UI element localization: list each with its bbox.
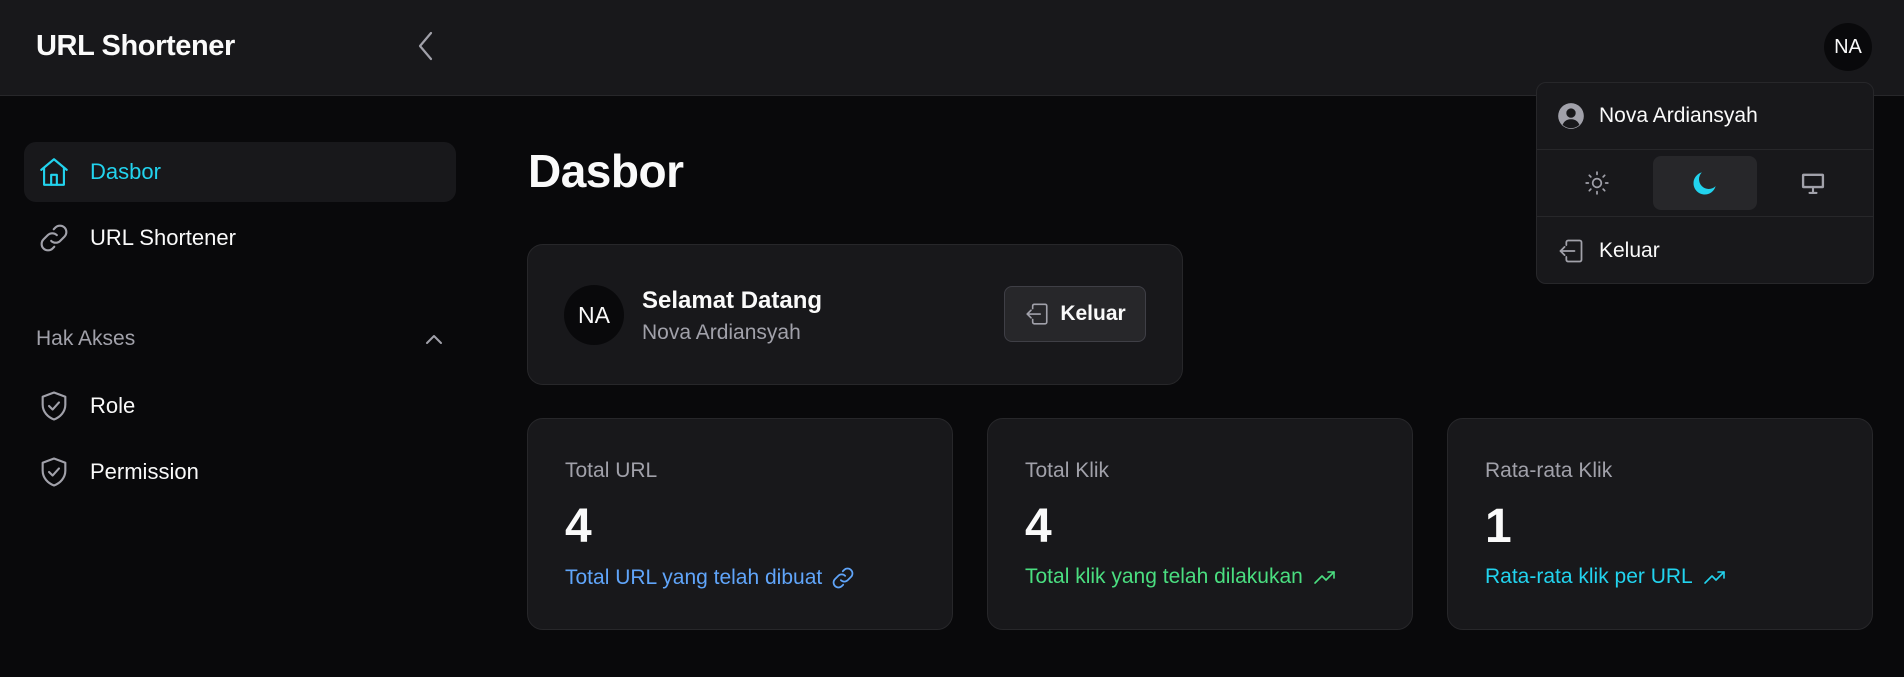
logout-icon: [1024, 301, 1050, 327]
stat-card-total-url: Total URL 4 Total URL yang telah dibuat: [527, 418, 953, 630]
avatar: NA: [564, 285, 624, 345]
theme-system-button[interactable]: [1761, 156, 1865, 210]
shield-check-icon: [36, 454, 72, 490]
sidebar-item-label: Permission: [90, 459, 199, 484]
monitor-icon: [1799, 169, 1827, 197]
logout-button-label: Keluar: [1060, 302, 1126, 325]
welcome-user-name: Nova Ardiansyah: [642, 321, 801, 344]
user-menu-logout-label: Keluar: [1599, 238, 1660, 262]
sidebar-item-label: Role: [90, 393, 136, 418]
section-hak-akses-toggle[interactable]: Hak Akses: [24, 317, 456, 361]
user-menu-logout[interactable]: Keluar: [1537, 217, 1873, 284]
sidebar-item-permission[interactable]: Permission: [24, 442, 456, 502]
chevron-left-icon: [416, 30, 436, 62]
stat-value: 1: [1485, 500, 1512, 553]
user-avatar-button[interactable]: NA: [1824, 23, 1872, 71]
stat-description-text: Total klik yang telah dilakukan: [1025, 565, 1303, 588]
stat-card-rata-rata-klik: Rata-rata Klik 1 Rata-rata klik per URL: [1447, 418, 1873, 630]
link-icon: [36, 220, 72, 256]
sun-icon: [1584, 170, 1610, 196]
theme-light-button[interactable]: [1545, 156, 1649, 210]
sidebar: Dasbor URL Shortener Hak Akses Role Perm…: [0, 97, 480, 677]
stat-description: Total klik yang telah dilakukan: [1025, 565, 1339, 589]
logout-button[interactable]: Keluar: [1004, 286, 1146, 342]
stat-label: Total Klik: [1025, 459, 1110, 482]
home-icon: [36, 154, 72, 190]
stat-description-text: Rata-rata klik per URL: [1485, 565, 1693, 588]
sidebar-item-label: URL Shortener: [90, 225, 236, 250]
stat-value: 4: [565, 500, 592, 553]
logout-icon: [1557, 237, 1585, 265]
user-menu-name: Nova Ardiansyah: [1599, 104, 1758, 127]
welcome-card: NA Selamat Datang Nova Ardiansyah Keluar: [527, 244, 1183, 385]
sidebar-item-dasbor[interactable]: Dasbor: [24, 142, 456, 202]
trending-up-icon: [1701, 565, 1729, 589]
stat-label: Rata-rata Klik: [1485, 459, 1613, 482]
moon-icon: [1690, 168, 1720, 198]
stat-value: 4: [1025, 500, 1052, 553]
trending-up-icon: [1311, 565, 1339, 589]
app-title: URL Shortener: [36, 30, 235, 62]
sidebar-item-label: Dasbor: [90, 159, 161, 184]
user-menu-profile[interactable]: Nova Ardiansyah: [1537, 83, 1873, 150]
stat-label: Total URL: [565, 459, 658, 482]
stat-card-total-klik: Total Klik 4 Total klik yang telah dilak…: [987, 418, 1413, 630]
page-title: Dasbor: [528, 145, 684, 197]
theme-dark-button[interactable]: [1653, 156, 1757, 210]
chevron-up-icon: [424, 332, 444, 346]
theme-switcher: [1537, 150, 1873, 217]
section-label: Hak Akses: [36, 327, 136, 350]
stat-description-text: Total URL yang telah dibuat: [565, 566, 823, 589]
sidebar-item-role[interactable]: Role: [24, 376, 456, 436]
shield-check-icon: [36, 388, 72, 424]
sidebar-item-url-shortener[interactable]: URL Shortener: [24, 208, 456, 268]
user-menu-dropdown: Nova Ardiansyah Keluar: [1536, 82, 1874, 284]
stat-description: Total URL yang telah dibuat: [565, 565, 856, 591]
welcome-greeting: Selamat Datang: [642, 287, 823, 314]
link-icon: [830, 565, 856, 591]
user-circle-icon: [1557, 102, 1585, 130]
sidebar-collapse-button[interactable]: [410, 28, 442, 64]
stat-description: Rata-rata klik per URL: [1485, 565, 1729, 589]
